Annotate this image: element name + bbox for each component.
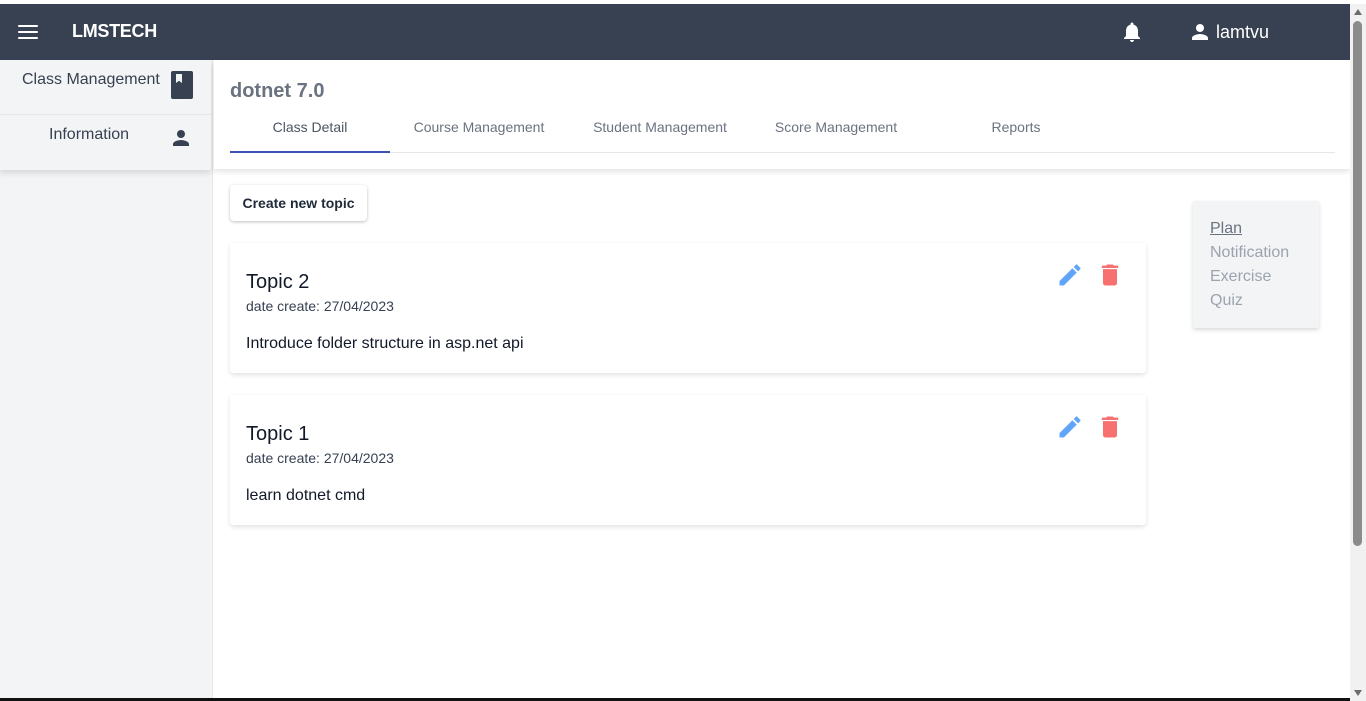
edit-icon[interactable] bbox=[1056, 261, 1084, 289]
topic-card: Topic 2 date create: 27/04/2023 Introduc… bbox=[230, 243, 1146, 373]
class-header: dotnet 7.0 Class Detail Course Managemen… bbox=[214, 60, 1350, 169]
sidebar-item-information[interactable]: Information bbox=[0, 115, 211, 170]
nav-link-notification[interactable]: Notification bbox=[1210, 244, 1289, 262]
user-menu[interactable]: lamtvu bbox=[1188, 18, 1269, 46]
topic-date: date create: 27/04/2023 bbox=[246, 450, 394, 466]
app-brand: LMSTECH bbox=[72, 21, 157, 41]
book-icon bbox=[171, 71, 193, 99]
topic-title: Topic 2 bbox=[246, 271, 310, 293]
vertical-scrollbar[interactable] bbox=[1350, 4, 1366, 701]
sidebar-item-class-management[interactable]: Class Management bbox=[0, 60, 211, 115]
tab-reports[interactable]: Reports bbox=[936, 110, 1096, 153]
tab-score-management[interactable]: Score Management bbox=[760, 110, 912, 153]
topic-title: Topic 1 bbox=[246, 423, 310, 445]
person-icon bbox=[173, 130, 189, 146]
nav-link-plan[interactable]: Plan bbox=[1210, 220, 1242, 238]
sidebar: Class Management Information bbox=[0, 60, 213, 701]
page-title: dotnet 7.0 bbox=[230, 80, 325, 102]
sidebar-item-label: Information bbox=[49, 126, 130, 143]
topic-section-nav: Plan Notification Exercise Quiz bbox=[1193, 201, 1319, 328]
delete-icon[interactable] bbox=[1096, 413, 1124, 441]
tab-student-management[interactable]: Student Management bbox=[580, 110, 740, 153]
scroll-down-arrow-icon[interactable] bbox=[1354, 690, 1362, 696]
app-bar: LMSTECH lamtvu bbox=[0, 4, 1350, 60]
hamburger-menu-icon[interactable] bbox=[14, 18, 42, 46]
delete-icon[interactable] bbox=[1096, 261, 1124, 289]
sidebar-item-label: Class Management bbox=[22, 71, 160, 88]
tab-bar: Class Detail Course Management Student M… bbox=[230, 110, 1335, 153]
tab-course-management[interactable]: Course Management bbox=[400, 110, 558, 153]
scroll-thumb[interactable] bbox=[1353, 21, 1362, 546]
nav-link-exercise[interactable]: Exercise bbox=[1210, 268, 1271, 286]
bell-icon[interactable] bbox=[1120, 20, 1144, 44]
edit-icon[interactable] bbox=[1056, 413, 1084, 441]
sidebar-menu: Class Management Information bbox=[0, 60, 211, 170]
scroll-up-arrow-icon[interactable] bbox=[1354, 9, 1362, 15]
topic-description: Introduce folder structure in asp.net ap… bbox=[246, 335, 524, 352]
topic-date: date create: 27/04/2023 bbox=[246, 298, 394, 314]
tab-class-detail[interactable]: Class Detail bbox=[230, 110, 390, 153]
person-icon bbox=[1192, 24, 1208, 40]
create-topic-button[interactable]: Create new topic bbox=[230, 185, 367, 221]
nav-link-quiz[interactable]: Quiz bbox=[1210, 292, 1243, 310]
topic-description: learn dotnet cmd bbox=[246, 487, 366, 504]
topic-card: Topic 1 date create: 27/04/2023 learn do… bbox=[230, 395, 1146, 525]
username: lamtvu bbox=[1216, 21, 1270, 42]
